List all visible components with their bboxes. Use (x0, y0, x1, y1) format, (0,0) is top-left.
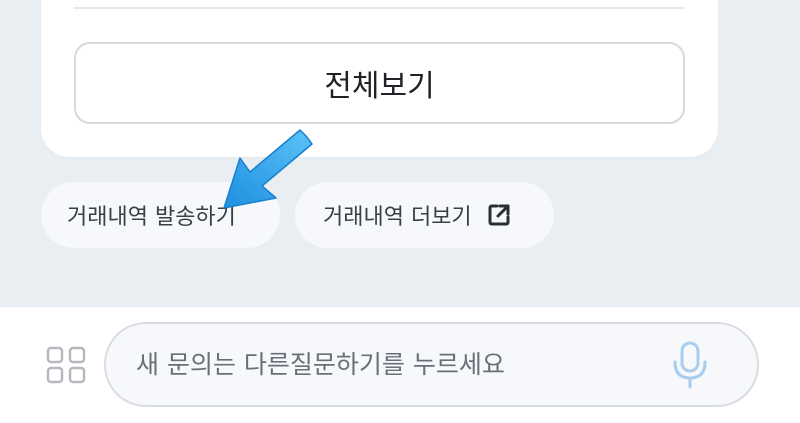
more-transaction-history-label: 거래내역 더보기 (323, 205, 472, 230)
grid-menu-icon[interactable] (46, 346, 86, 384)
view-all-label: 전체보기 (324, 69, 435, 104)
chat-input-container[interactable] (104, 322, 759, 407)
microphone-icon[interactable] (671, 340, 709, 390)
view-all-button[interactable]: 전체보기 (74, 42, 685, 124)
more-transaction-history-chip[interactable]: 거래내역 더보기 (295, 182, 554, 248)
blue-arrow-icon (223, 129, 313, 209)
external-link-icon (488, 204, 510, 226)
card-divider (74, 7, 685, 9)
chat-input[interactable] (136, 324, 656, 405)
